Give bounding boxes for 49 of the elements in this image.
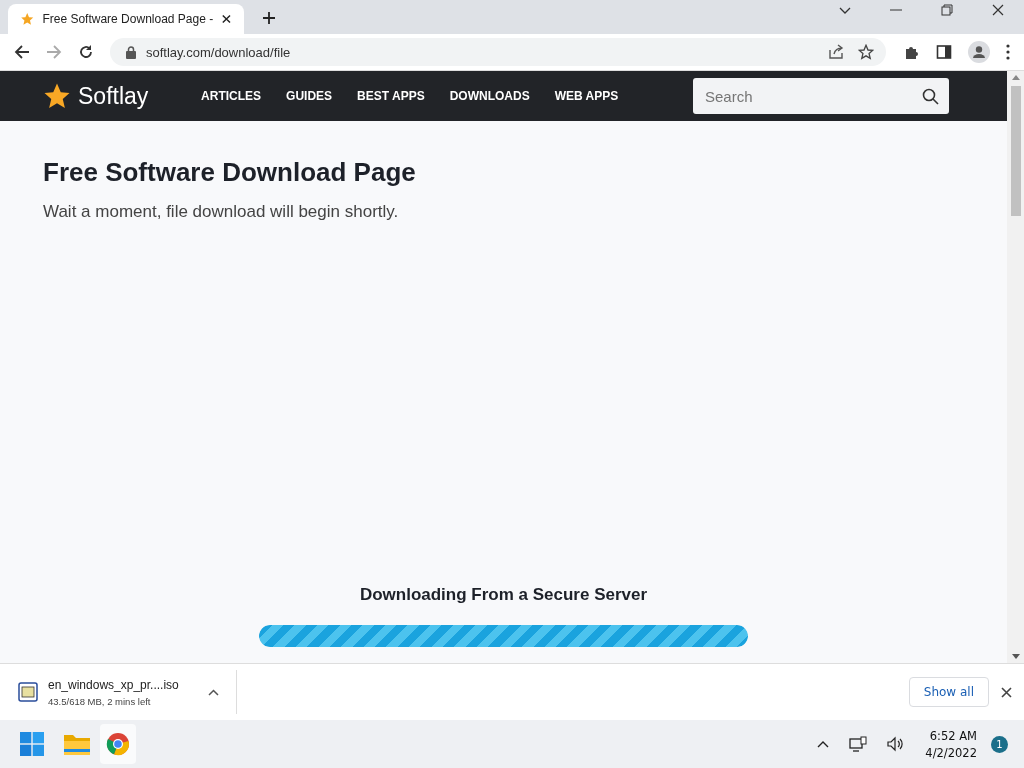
close-icon[interactable] — [992, 4, 1004, 16]
reload-icon[interactable] — [78, 44, 94, 60]
side-panel-icon[interactable] — [936, 44, 952, 60]
lock-icon — [126, 45, 136, 59]
chevron-up-icon[interactable] — [817, 740, 830, 748]
show-all-button[interactable]: Show all — [908, 677, 989, 707]
download-status: 43.5/618 MB, 2 mins left — [48, 695, 152, 707]
puzzle-icon[interactable] — [904, 44, 920, 60]
restore-icon[interactable] — [941, 4, 953, 16]
page-subtitle: Wait a moment, file download will begin shortly. — [43, 202, 400, 222]
scroll-thumb[interactable] — [1010, 86, 1021, 216]
scroll-up-icon[interactable] — [1011, 75, 1020, 80]
search-icon[interactable] — [922, 88, 939, 105]
nav-link[interactable]: BEST APPS — [357, 89, 425, 103]
new-tab-icon[interactable] — [262, 11, 276, 25]
network-icon[interactable] — [849, 736, 868, 752]
nav-link[interactable]: ARTICLES — [201, 89, 262, 103]
volume-icon[interactable] — [887, 736, 906, 752]
clock-time[interactable]: 6:52 AM — [929, 728, 977, 743]
nav-link[interactable]: DOWNLOADS — [449, 89, 530, 103]
scroll-down-icon[interactable] — [1011, 654, 1020, 659]
download-heading: Downloading From a Secure Server — [359, 585, 648, 605]
disc-image-icon — [18, 681, 38, 703]
clock-date[interactable]: 4/2/2022 — [925, 745, 977, 760]
site-logo[interactable]: Softlay — [78, 82, 149, 110]
more-icon[interactable] — [1006, 44, 1010, 60]
nav-link[interactable]: GUIDES — [286, 89, 333, 103]
url-text: softlay.com/download/file — [146, 44, 291, 60]
profile-icon[interactable] — [968, 41, 990, 63]
caret-up-icon[interactable] — [208, 688, 219, 696]
windows-start-icon[interactable] — [20, 732, 44, 756]
scrollbar[interactable] — [1007, 71, 1024, 663]
tab-title: Free Software Download Page - — [42, 12, 214, 26]
address-bar[interactable]: softlay.com/download/file — [110, 38, 886, 66]
file-name[interactable]: en_windows_xp_pr....iso — [48, 677, 198, 692]
notification-badge[interactable]: 1 — [991, 735, 1008, 753]
star-outline-icon[interactable] — [858, 44, 874, 60]
back-icon[interactable] — [14, 44, 30, 60]
nav-link[interactable]: WEB APPS — [554, 89, 619, 103]
star-icon — [20, 11, 35, 27]
folder-icon[interactable] — [64, 733, 90, 755]
page-title: Free Software Download Page — [43, 157, 417, 188]
close-icon[interactable] — [1001, 686, 1012, 698]
taskbar-app[interactable] — [100, 724, 136, 764]
share-icon[interactable] — [828, 44, 844, 60]
close-icon[interactable] — [221, 13, 232, 25]
browser-tab[interactable]: Free Software Download Page - — [8, 4, 244, 34]
browser-icon — [106, 732, 130, 756]
search-field[interactable]: Search — [693, 78, 949, 114]
